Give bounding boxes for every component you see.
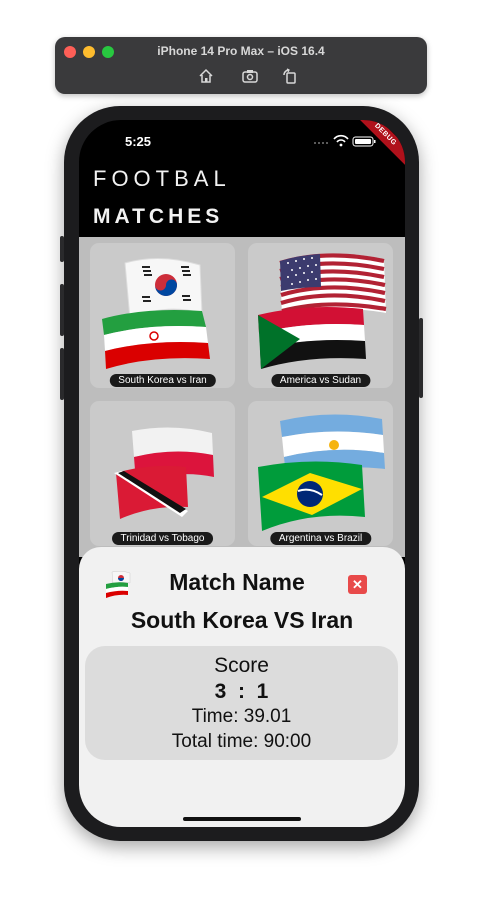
silent-switch [60,236,64,262]
score-label: Score [214,654,269,677]
total-time: Total time: 90:00 [171,731,312,752]
match-card-label: South Korea vs Iran [109,374,216,387]
matches-grid: South Korea vs Iran America vs Sudan Tri… [79,237,405,557]
match-time: Time: 39.01 [191,706,292,727]
match-card-label: America vs Sudan [270,374,371,387]
rotate-icon[interactable] [281,67,299,85]
status-icons [314,134,376,147]
simulator-title: iPhone 14 Pro Max – iOS 16.4 [157,44,325,58]
page-title-line2: MATCHES [93,205,224,228]
match-flags-illustration [114,427,214,519]
trinidad-tobago-flag [114,465,188,519]
match-card[interactable]: Argentina vs Brazil [248,401,393,546]
match-flags-illustration [102,257,210,369]
match-card-label: Trinidad vs Tobago [111,532,214,545]
home-indicator[interactable] [183,817,301,821]
south-korea-flag [124,257,203,320]
screenshot-icon[interactable] [241,67,259,85]
brazil-flag [258,461,365,531]
match-flags-illustration [258,414,385,531]
power-button [419,318,423,398]
home-icon[interactable] [197,67,215,85]
match-flags-thumbnail [106,570,131,598]
match-card-label: Argentina vs Brazil [269,532,372,545]
phone-screen: 5:25 DEBUG FOOTBAL MATCHES South Korea v… [79,120,405,827]
close-button[interactable]: ✕ [348,575,367,594]
match-card[interactable]: Trinidad vs Tobago [90,401,235,546]
wifi-icon [333,134,349,147]
match-title: South Korea VS Iran [130,607,354,633]
sudan-flag [258,307,366,369]
battery-icon [352,136,376,147]
status-time: 5:25 [125,134,152,149]
match-detail-sheet: Match Name ✕ South Korea VS Iran Score 3… [79,547,405,827]
signal-icon [314,142,328,144]
score-value: 3 : 1 [214,680,269,703]
match-card[interactable]: South Korea vs Iran [90,243,235,388]
score-panel: Score 3 : 1 Time: 39.01 Total time: 90:0… [85,646,398,760]
iran-flag [102,310,210,369]
sheet-heading: Match Name [169,569,305,595]
page-title-line1: FOOTBAL [93,166,231,191]
simulator-title-bar: iPhone 14 Pro Max – iOS 16.4 [55,37,427,94]
match-flags-illustration [258,253,387,369]
match-card[interactable]: America vs Sudan [248,243,393,388]
volume-up-button [60,284,64,336]
volume-down-button [60,348,64,400]
